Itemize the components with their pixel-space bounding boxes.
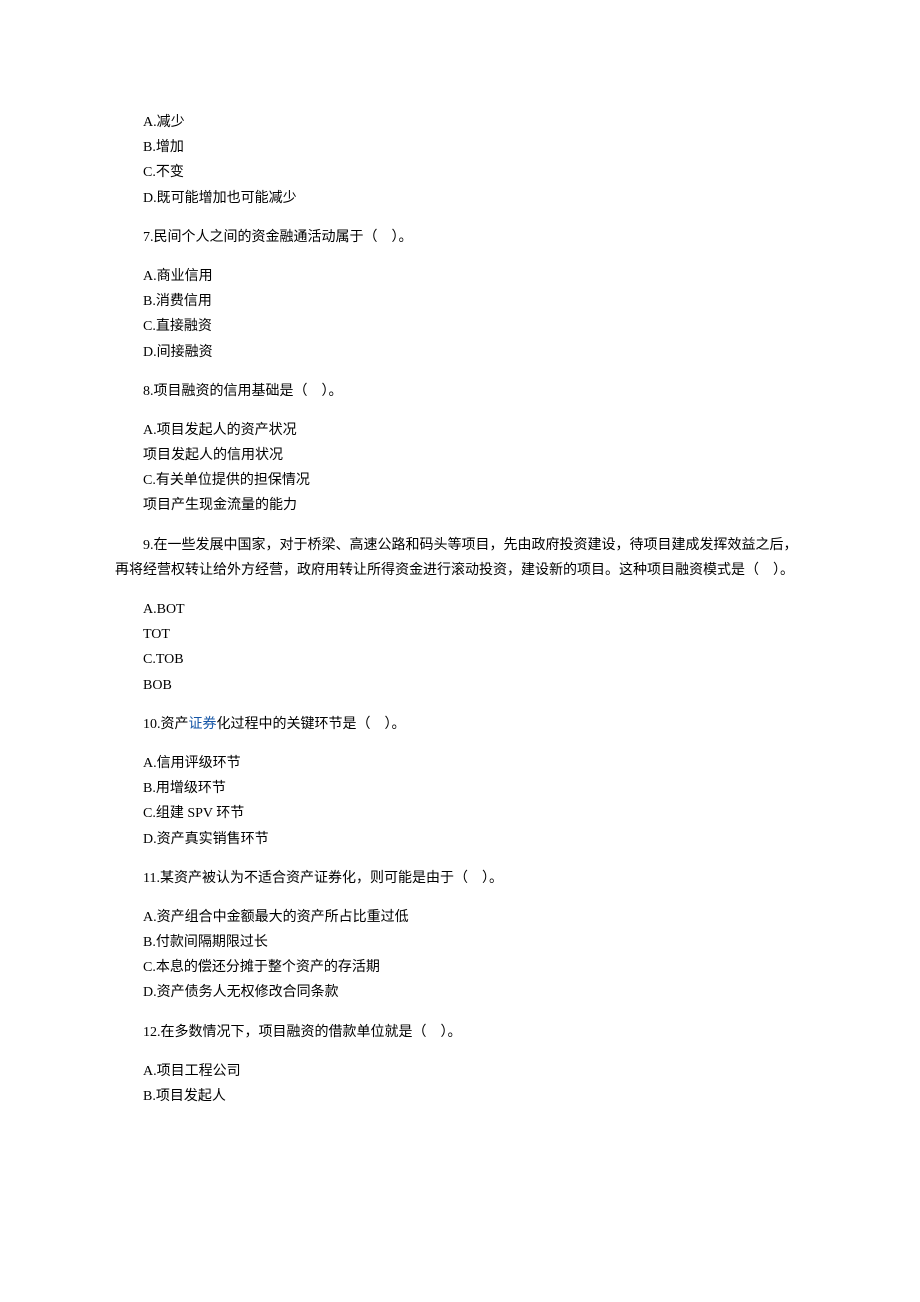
- option-text: D.既可能增加也可能减少: [115, 186, 805, 211]
- option-text: D.间接融资: [115, 340, 805, 365]
- option-text: C.组建 SPV 环节: [115, 801, 805, 826]
- option-text: D.资产真实销售环节: [115, 827, 805, 852]
- option-text: BOB: [115, 673, 805, 698]
- option-text: A.BOT: [115, 597, 805, 622]
- option-text: A.信用评级环节: [115, 751, 805, 776]
- option-text: TOT: [115, 622, 805, 647]
- option-text: A.项目工程公司: [115, 1059, 805, 1084]
- option-text: B.用增级环节: [115, 776, 805, 801]
- question-text: 10.资产证券化过程中的关键环节是（ ）。: [115, 712, 805, 737]
- option-text: C.TOB: [115, 647, 805, 672]
- option-text: C.本息的偿还分摊于整个资产的存活期: [115, 955, 805, 980]
- option-text: 项目发起人的信用状况: [115, 443, 805, 468]
- option-text: A.减少: [115, 110, 805, 135]
- option-text: 项目产生现金流量的能力: [115, 493, 805, 518]
- question-prefix: 10.资产: [143, 717, 189, 732]
- question-text: 9.在一些发展中国家，对于桥梁、高速公路和码头等项目，先由政府投资建设，待项目建…: [115, 533, 805, 583]
- option-text: B.付款间隔期限过长: [115, 930, 805, 955]
- question-suffix: 化过程中的关键环节是（ ）。: [217, 717, 406, 732]
- option-text: A.商业信用: [115, 264, 805, 289]
- option-text: C.不变: [115, 160, 805, 185]
- option-text: B.项目发起人: [115, 1084, 805, 1109]
- option-text: A.资产组合中金额最大的资产所占比重过低: [115, 905, 805, 930]
- option-text: C.直接融资: [115, 314, 805, 339]
- option-text: D.资产债务人无权修改合同条款: [115, 980, 805, 1005]
- question-text: 8.项目融资的信用基础是（ ）。: [115, 379, 805, 404]
- hyperlink-text[interactable]: 证券: [189, 717, 217, 732]
- question-text: 11.某资产被认为不适合资产证券化，则可能是由于（ ）。: [115, 866, 805, 891]
- question-text: 7.民间个人之间的资金融通活动属于（ ）。: [115, 225, 805, 250]
- option-text: B.消费信用: [115, 289, 805, 314]
- option-text: A.项目发起人的资产状况: [115, 418, 805, 443]
- option-text: B.增加: [115, 135, 805, 160]
- question-text: 12.在多数情况下，项目融资的借款单位就是（ ）。: [115, 1020, 805, 1045]
- document-page: A.减少 B.增加 C.不变 D.既可能增加也可能减少 7.民间个人之间的资金融…: [0, 0, 920, 1302]
- option-text: C.有关单位提供的担保情况: [115, 468, 805, 493]
